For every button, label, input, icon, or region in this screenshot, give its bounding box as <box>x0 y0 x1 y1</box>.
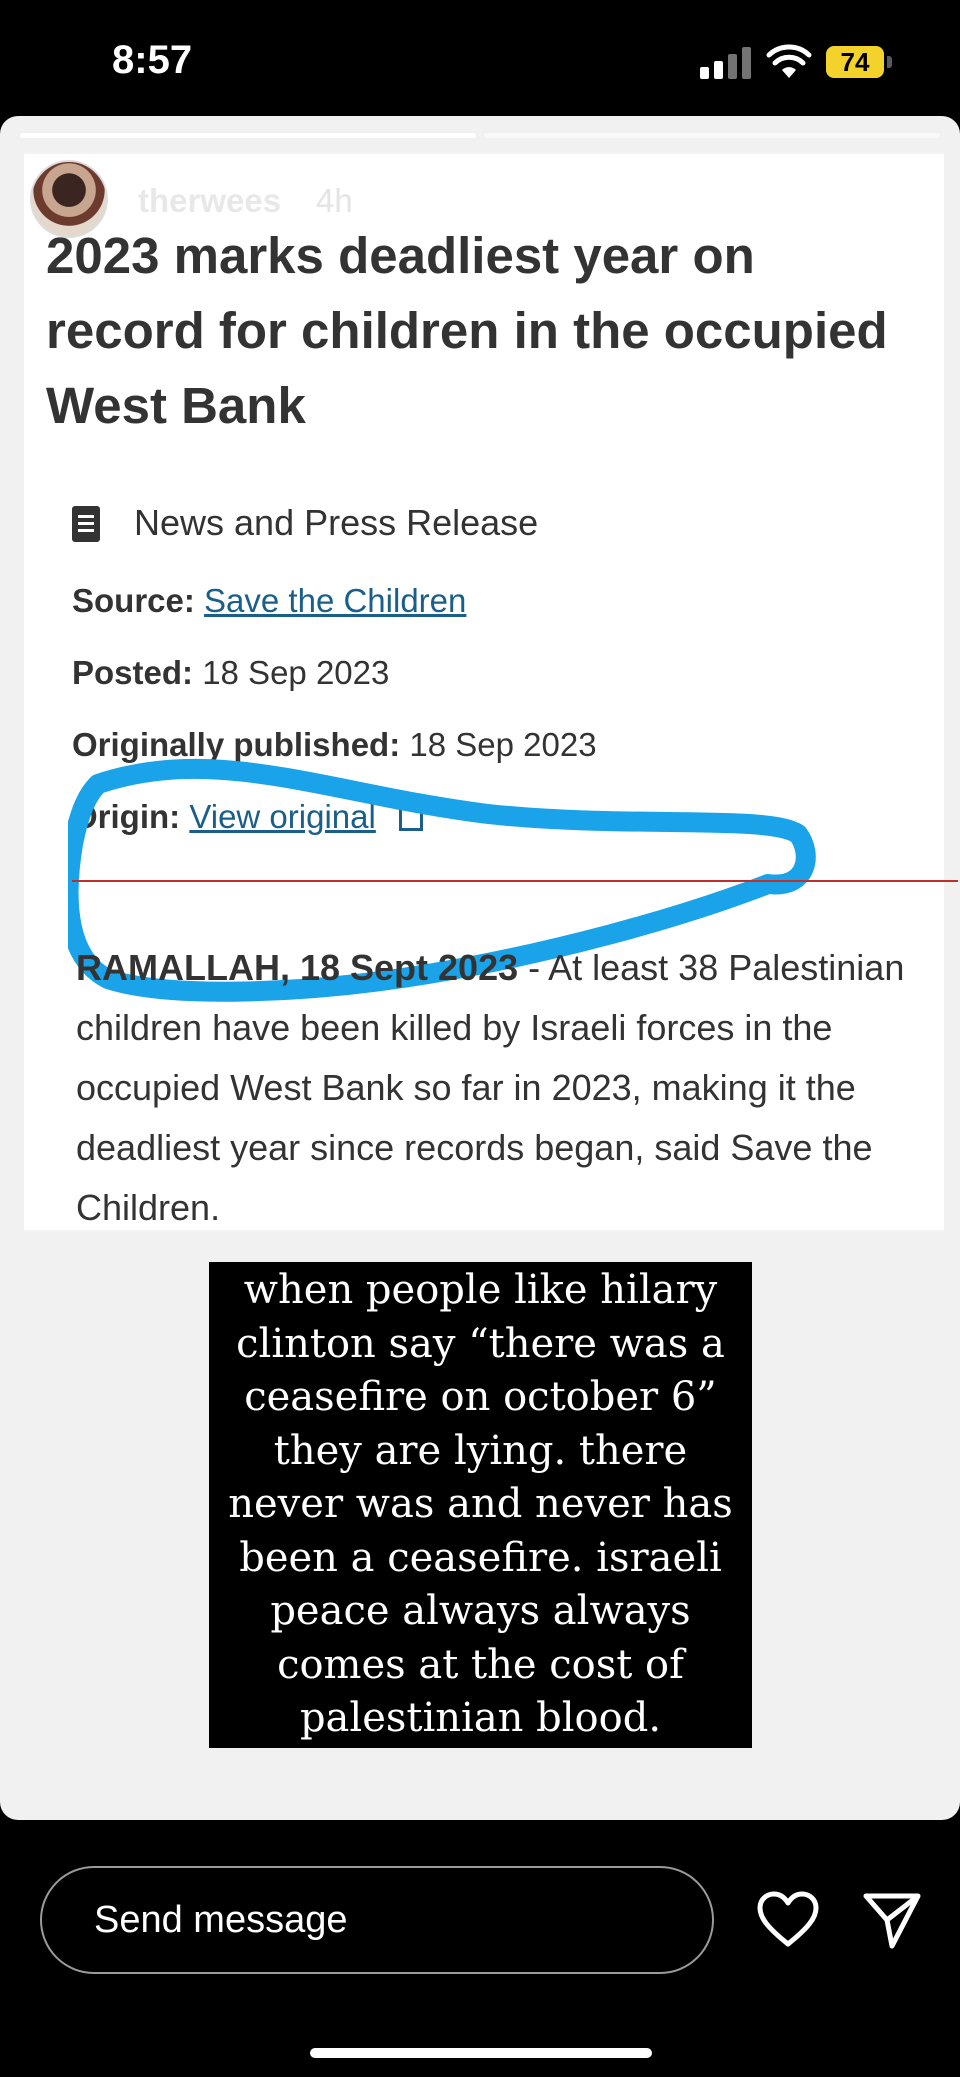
divider <box>72 880 958 882</box>
posted-row: Posted: 18 Sep 2023 <box>72 654 389 692</box>
source-row: Source: Save the Children <box>72 582 466 620</box>
close-icon[interactable] <box>880 162 936 218</box>
source-link: Save the Children <box>204 582 467 619</box>
story-viewer[interactable]: 2023 marks deadliest year on record for … <box>0 116 960 1820</box>
doc-type-label: News and Press Release <box>134 502 539 543</box>
story-caption-text: when people like hilary clinton say “the… <box>209 1262 752 1748</box>
article-headline: 2023 marks deadliest year on record for … <box>46 227 888 434</box>
send-icon[interactable] <box>862 1890 922 1950</box>
status-bar: 8:57 74 <box>0 0 960 120</box>
battery-level: 74 <box>826 46 884 78</box>
article-screenshot: 2023 marks deadliest year on record for … <box>24 154 958 1230</box>
send-message-input[interactable]: Send message <box>40 1866 714 1974</box>
wifi-icon <box>766 44 812 78</box>
article-dateline: RAMALLAH, 18 Sept 2023 <box>76 947 519 988</box>
avatar[interactable] <box>30 160 108 238</box>
home-indicator[interactable] <box>310 2048 652 2058</box>
article-body-text: - At least 38 Palestinian children have … <box>76 947 905 1228</box>
source-label: Source: <box>72 582 195 619</box>
posted-date: 18 Sep 2023 <box>202 654 390 691</box>
story-progress-segment <box>20 133 476 138</box>
story-username[interactable]: therwees <box>138 182 281 220</box>
battery-icon <box>887 56 892 68</box>
story-progress-segment <box>484 133 940 138</box>
more-dots-icon[interactable] <box>788 186 832 200</box>
heart-icon[interactable] <box>756 1890 820 1950</box>
posted-label: Posted: <box>72 654 194 691</box>
status-time: 8:57 <box>112 38 193 82</box>
article-body: RAMALLAH, 18 Sept 2023 - At least 38 Pal… <box>76 938 956 1238</box>
reply-bar: Send message <box>0 1820 960 2077</box>
document-icon <box>72 506 100 542</box>
cellular-signal-icon <box>700 47 752 79</box>
story-time-ago: 4h <box>316 182 353 219</box>
